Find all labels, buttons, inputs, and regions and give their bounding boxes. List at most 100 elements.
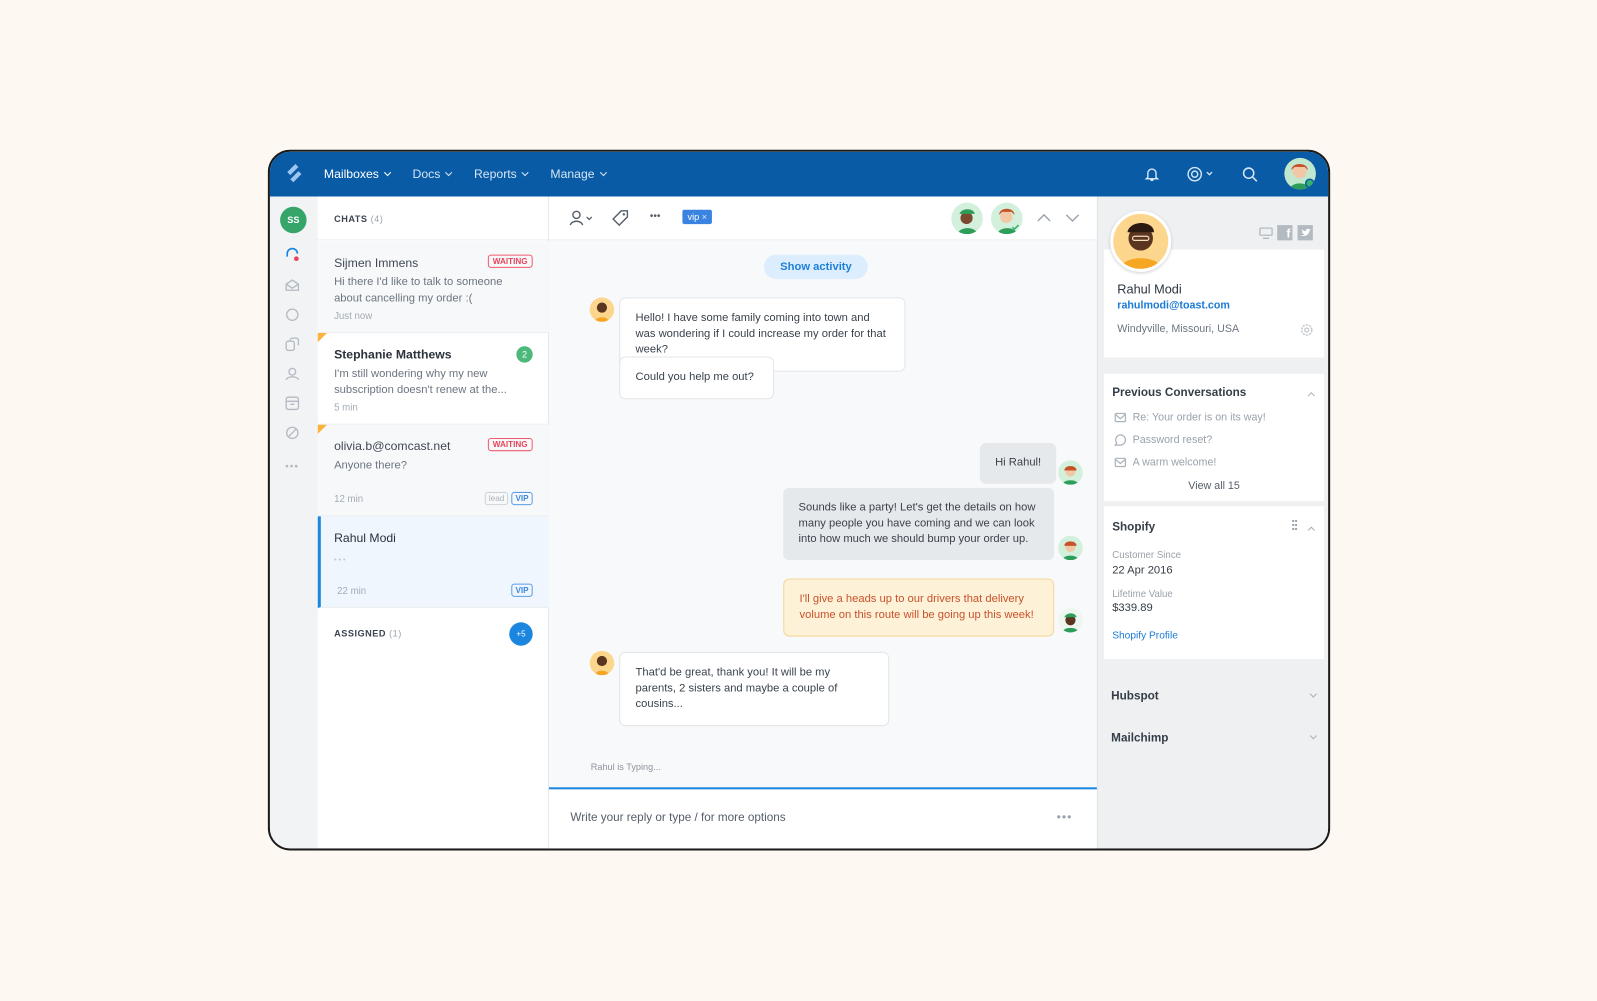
previous-conversation-link[interactable]: Re: Your order is on its way!: [1114, 406, 1266, 428]
facebook-icon[interactable]: f: [1277, 225, 1293, 241]
customer-since-value: 22 Apr 2016: [1112, 564, 1173, 577]
chat-list: CHATS (4) Sijmen Immens WAITING Hi there…: [317, 196, 549, 849]
customer-email[interactable]: rahulmodi@toast.com: [1117, 299, 1230, 311]
next-conversation-icon[interactable]: [1065, 213, 1080, 223]
message-bubble-customer: That'd be great, thank you! It will be m…: [619, 651, 890, 726]
message-bubble-customer: Could you help me out?: [619, 356, 775, 399]
agent-avatar: [1058, 535, 1083, 561]
tag-lead: lead: [484, 491, 509, 506]
section-title: Shopify: [1112, 521, 1156, 534]
tag-vip: VIP: [511, 491, 533, 506]
hubspot-section[interactable]: Hubspot: [1111, 690, 1318, 703]
customer-location: Windyville, Missouri, USA: [1117, 322, 1240, 336]
remove-tag-icon[interactable]: ×: [702, 212, 707, 222]
chat-time: 22 min: [337, 585, 367, 597]
user-avatar[interactable]: [1284, 157, 1316, 190]
typing-indicator: • • •: [334, 557, 346, 565]
chat-name: Stephanie Matthews: [334, 347, 452, 362]
conversation-toolbar: ••• vip ×: [548, 196, 1097, 241]
show-activity-button[interactable]: Show activity: [763, 254, 869, 280]
tag-icon[interactable]: [612, 210, 629, 227]
conversation-pane: ••• vip × Show activity Hello! I have so…: [548, 196, 1097, 849]
person-icon[interactable]: [285, 367, 300, 381]
agent-avatar[interactable]: [951, 202, 983, 235]
help-lifebuoy-icon[interactable]: [1187, 166, 1216, 182]
lifetime-value-label: Lifetime Value: [1112, 588, 1173, 600]
chat-name: Rahul Modi: [334, 530, 396, 545]
archive-icon[interactable]: [285, 396, 300, 411]
assigned-more-badge[interactable]: +5: [509, 622, 533, 646]
pages-icon[interactable]: [285, 337, 300, 352]
chat-preview: Hi there I'd like to talk to someone abo…: [334, 276, 503, 305]
chat-headset-icon[interactable]: [285, 247, 299, 262]
chat-item-selected[interactable]: Rahul Modi • • • 22 min VIP: [317, 516, 549, 609]
mail-icon: [1114, 412, 1127, 423]
chat-item[interactable]: olivia.b@comcast.net WAITING Anyone ther…: [317, 424, 549, 517]
priority-flag: [317, 333, 327, 343]
agent-avatar: [1058, 460, 1083, 485]
customer-avatar: [589, 297, 615, 322]
chats-header: CHATS (4): [317, 197, 548, 241]
twitter-icon[interactable]: [1297, 225, 1313, 241]
tag-vip: VIP: [511, 583, 533, 597]
user-initials-avatar[interactable]: SS: [280, 206, 307, 234]
nav-mailboxes[interactable]: Mailboxes: [324, 167, 390, 181]
unread-count: 2: [516, 346, 533, 363]
agent-avatar: [1058, 608, 1083, 633]
chat-time: 5 min: [334, 402, 358, 414]
collapse-icon[interactable]: [1307, 392, 1315, 400]
message-bubble-agent: Hi Rahul!: [979, 443, 1057, 484]
customer-large-avatar: [1110, 210, 1172, 272]
left-rail: SS •••: [269, 196, 318, 849]
nav-reports[interactable]: Reports: [474, 167, 528, 181]
status-badge: WAITING: [487, 437, 533, 452]
section-title: Previous Conversations: [1112, 387, 1247, 400]
agent-avatar[interactable]: [991, 202, 1023, 235]
bell-icon[interactable]: [1144, 166, 1160, 182]
gear-icon[interactable]: [1300, 323, 1314, 337]
priority-flag: [317, 424, 327, 434]
assigned-header[interactable]: ASSIGNED (1): [334, 628, 402, 638]
drag-handle-icon[interactable]: ▪▪ ▪▪ ▪▪: [1292, 517, 1298, 533]
helpscout-logo[interactable]: [284, 163, 304, 183]
desktop-icon[interactable]: [1259, 227, 1273, 239]
message-bubble-agent: Sounds like a party! Let's get the detai…: [783, 487, 1055, 560]
lifetime-value: $339.89: [1112, 601, 1153, 615]
nav-docs[interactable]: Docs: [413, 167, 452, 181]
reply-input[interactable]: Write your reply or type / for more opti…: [570, 812, 785, 824]
reply-editor[interactable]: Write your reply or type / for more opti…: [548, 787, 1097, 849]
previous-conversation-icon[interactable]: [1037, 213, 1051, 223]
customer-sidebar: Rahul Modi rahulmodi@toast.com Windyvill…: [1096, 196, 1329, 849]
blocked-icon[interactable]: [285, 426, 299, 440]
top-navbar: Mailboxes Docs Reports Manage: [269, 151, 1329, 197]
chat-item[interactable]: Stephanie Matthews 2 I'm still wondering…: [317, 333, 549, 425]
vip-tag-chip[interactable]: vip ×: [682, 209, 713, 225]
app-window: Mailboxes Docs Reports Manage SS ••• CHA…: [267, 149, 1331, 851]
previous-conversation-link[interactable]: A warm welcome!: [1114, 451, 1265, 473]
assign-user-icon[interactable]: [569, 210, 593, 226]
view-all-link[interactable]: View all 15: [1104, 480, 1324, 492]
chat-preview: Anyone there?: [334, 459, 407, 472]
more-icon[interactable]: •••: [285, 461, 299, 472]
typing-status: Rahul is Typing...: [590, 761, 661, 773]
search-icon[interactable]: [1242, 166, 1258, 182]
shopify-profile-link[interactable]: Shopify Profile: [1112, 630, 1178, 641]
internal-note-bubble: I'll give a heads up to our drivers that…: [783, 578, 1055, 637]
chat-time: Just now: [334, 310, 373, 322]
inbox-icon[interactable]: [285, 278, 300, 292]
mail-icon: [1114, 457, 1127, 468]
collapse-icon[interactable]: [1307, 526, 1315, 534]
chat-item[interactable]: Sijmen Immens WAITING Hi there I'd like …: [317, 241, 549, 334]
more-actions-icon[interactable]: •••: [650, 211, 661, 222]
nav-manage[interactable]: Manage: [550, 167, 605, 181]
previous-conversation-link[interactable]: Password reset?: [1114, 429, 1265, 451]
hand-icon[interactable]: [285, 308, 299, 322]
customer-name: Rahul Modi: [1117, 282, 1182, 297]
chat-preview: I'm still wondering why my new subscript…: [334, 367, 507, 397]
chat-time: 12 min: [334, 493, 364, 506]
previous-conversations-card: Previous Conversations Re: Your order is…: [1104, 373, 1325, 502]
status-badge: WAITING: [487, 254, 533, 268]
chat-bubble-icon: [1114, 434, 1126, 446]
mailchimp-section[interactable]: Mailchimp: [1111, 732, 1318, 745]
reply-options-icon[interactable]: •••: [1057, 810, 1073, 824]
